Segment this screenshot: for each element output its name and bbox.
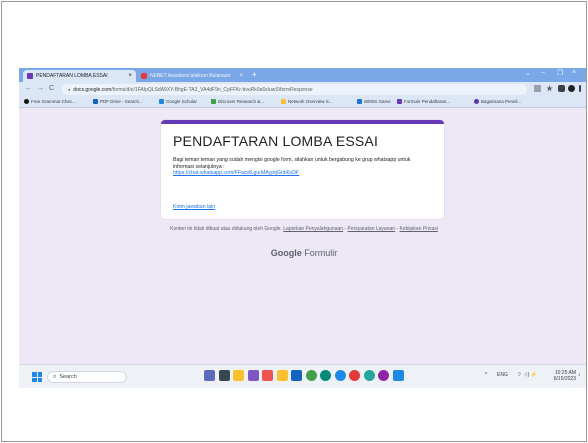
disclaimer-text: Konten ini tidak dibuat atau didukung ol… [170,226,282,232]
bookmark-item[interactable]: Discover Research &... [211,99,264,104]
chat-icon[interactable] [247,370,259,381]
tab-title: PENDAFTARAN LOMBA ESSAI [36,73,108,79]
windows-taskbar: ⌕ Search ^ ENG ⌔ ◁) ⚡ 10:25 AM 6/15/2023… [19,364,586,388]
tab-youtube[interactable]: NEBET Assalamu'alaikum Bulanaan × [137,70,247,82]
bookmark-item[interactable]: Formulir Pendaftaran... [397,99,450,104]
tab-pendaftaran[interactable]: PENDAFTARAN LOMBA ESSAI × [23,70,136,82]
chrome-icon[interactable] [305,370,317,381]
google-disclaimer: Konten ini tidak dibuat atau didukung ol… [170,226,438,232]
tab-search-icon[interactable]: ⌄ [525,69,531,77]
bookmark-label: Bagaimana Peneli... [481,99,522,104]
address-path: /forms/d/e/1FAIpQLSdA9XY-BhgE-TA3_VA4dF9… [111,86,313,93]
share-icon[interactable] [534,85,541,92]
address-bar[interactable]: ● docs.google.com /forms/d/e/1FAIpQLSdA9… [62,84,527,95]
profile-avatar[interactable] [568,85,575,92]
chrome-profile-2-icon[interactable] [334,370,346,381]
maximize-button[interactable]: ❐ [557,69,563,77]
form-title: PENDAFTARAN LOMBA ESSAI [173,133,379,149]
chrome-profile-4-icon[interactable] [378,370,389,381]
bookmark-item[interactable]: Free Grammar Chec... [24,99,76,104]
task-view-icon[interactable] [204,370,215,381]
bookmark-icon [281,99,286,104]
language-indicator[interactable]: ENG [497,372,508,378]
widgets-icon[interactable] [218,370,230,381]
clock-date: 6/15/2023 [553,376,576,382]
privacy-policy-link[interactable]: Kebijakan Privasi [400,226,438,232]
extensions-icon[interactable] [558,85,565,92]
google-forms-icon [27,73,33,79]
forward-button[interactable]: → [37,85,44,93]
menu-icon[interactable] [579,85,581,92]
back-button[interactable]: ← [25,85,32,93]
screenshot-frame: PENDAFTARAN LOMBA ESSAI × NEBET Assalamu… [1,1,587,442]
report-abuse-link[interactable]: Laporkan Penyalahgunaan [283,226,343,232]
google-forms-logo: Google Formulir [164,248,444,258]
settings-icon[interactable] [262,370,273,381]
tab-strip: PENDAFTARAN LOMBA ESSAI × NEBET Assalamu… [19,68,586,82]
tab-title: NEBET Assalamu'alaikum Bulanaan [150,73,231,79]
bookmark-item[interactable]: WEBS Game [357,99,391,104]
browser-toolbar: ← → C ● docs.google.com /forms/d/e/1FAIp… [19,82,586,97]
network-volume-battery-icons[interactable]: ⌔ ◁) ⚡ [517,372,537,378]
form-confirmation-message: Bagi teman teman yang sudah mengisi goog… [173,157,423,177]
minimize-button[interactable]: – [541,69,545,76]
close-tab-icon[interactable]: × [239,73,243,79]
bookmark-icon [397,99,402,104]
bookmark-item[interactable]: Google Scholar [159,99,197,104]
close-tab-icon[interactable]: × [128,73,132,79]
youtube-icon [141,73,147,79]
bookmark-item[interactable]: PDF Drive - Search... [93,99,143,104]
edge-icon[interactable] [363,370,375,381]
bookmark-label: PDF Drive - Search... [100,99,143,104]
bookmark-item[interactable]: Network Overview S... [281,99,333,104]
new-tab-button[interactable]: + [252,70,257,80]
photos-icon[interactable] [392,370,404,381]
chrome-profile-3-icon[interactable] [349,370,360,381]
desktop-screen: PENDAFTARAN LOMBA ESSAI × NEBET Assalamu… [19,68,586,388]
bookmark-label: WEBS Game [364,99,391,104]
bookmark-label: Formulir Pendaftaran... [404,99,451,104]
taskbar-clock[interactable]: 10:25 AM 6/15/2023 [552,370,576,382]
bookmark-icon [211,99,216,104]
bookmark-icon [474,99,479,104]
bookmark-label: Discover Research &... [218,99,265,104]
bookmark-icon [93,99,98,104]
windows-start-icon[interactable] [32,372,42,382]
whatsapp-group-link[interactable]: https://chat.whatsapp.com/FFacv8.gurMAyp… [173,170,423,177]
terms-of-service-link[interactable]: Persyaratan Layanan [348,226,396,232]
bookmark-label: Network Overview S... [288,99,333,104]
forms-wordmark: Formulir [304,248,338,258]
bookmark-icon [159,99,164,104]
form-card: PENDAFTARAN LOMBA ESSAI Bagi teman teman… [161,120,444,219]
bookmark-star-icon[interactable] [546,85,553,92]
confirmation-text: Bagi teman teman yang sudah mengisi goog… [173,157,411,170]
close-window-button[interactable]: × [572,69,576,76]
google-wordmark: Google [270,248,302,258]
bookmarks-bar: Free Grammar Chec... PDF Drive - Search.… [19,97,586,108]
submit-another-response-link[interactable]: Kirim jawaban lain [173,204,215,210]
bookmark-label: Google Scholar [166,99,198,104]
reload-button[interactable]: C [49,85,54,93]
lock-icon: ● [68,87,71,92]
search-label: Search [59,374,77,380]
file-explorer-icon[interactable] [276,370,288,381]
search-icon: ⌕ [53,373,57,380]
weather-icon[interactable] [233,370,244,381]
bookmark-label: Free Grammar Chec... [31,99,77,104]
store-icon[interactable] [291,370,302,381]
taskbar-search-box[interactable]: ⌕ Search [47,371,127,383]
notification-icon[interactable]: ♪ [578,372,581,378]
tray-overflow-icon[interactable]: ^ [485,372,487,378]
chrome-profile-icon[interactable] [320,370,331,381]
bookmark-icon [357,99,362,104]
bookmark-icon [24,99,29,104]
address-host: docs.google.com [73,86,112,93]
bookmark-item[interactable]: Bagaimana Peneli... [474,99,521,104]
